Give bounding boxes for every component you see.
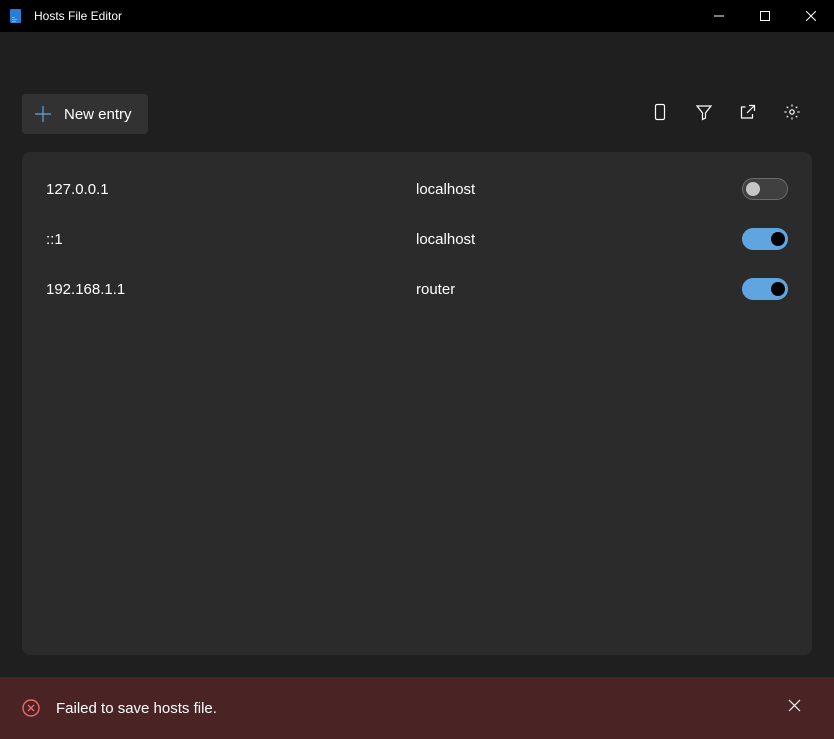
new-entry-label: New entry <box>64 106 132 123</box>
filter-button[interactable] <box>684 94 724 134</box>
error-close-button[interactable] <box>776 690 812 726</box>
filter-icon <box>695 103 713 126</box>
entry-toggle[interactable] <box>742 228 788 250</box>
entry-host: localhost <box>416 181 742 198</box>
close-button[interactable] <box>788 0 834 32</box>
error-icon <box>22 699 40 717</box>
plus-icon <box>32 103 54 125</box>
open-external-button[interactable] <box>728 94 768 134</box>
entry-ip: 192.168.1.1 <box>46 281 416 298</box>
open-external-icon <box>739 103 757 126</box>
window-title: Hosts File Editor <box>34 9 696 23</box>
window-controls <box>696 0 834 32</box>
toggle-knob <box>771 282 785 296</box>
error-banner: Failed to save hosts file. <box>0 677 834 739</box>
additional-lines-icon <box>651 103 669 126</box>
additional-lines-button[interactable] <box>640 94 680 134</box>
entry-ip: 127.0.0.1 <box>46 181 416 198</box>
entries-panel: 127.0.0.1 localhost ::1 localhost 192.16… <box>22 152 812 655</box>
gear-icon <box>783 103 801 126</box>
error-message: Failed to save hosts file. <box>56 700 776 717</box>
entry-ip: ::1 <box>46 231 416 248</box>
close-icon <box>788 699 801 717</box>
entry-host: localhost <box>416 231 742 248</box>
entry-row[interactable]: ::1 localhost <box>46 214 788 264</box>
minimize-button[interactable] <box>696 0 742 32</box>
new-entry-button[interactable]: New entry <box>22 94 148 134</box>
settings-button[interactable] <box>772 94 812 134</box>
entry-toggle[interactable] <box>742 178 788 200</box>
entry-row[interactable]: 127.0.0.1 localhost <box>46 164 788 214</box>
toolbar: New entry <box>0 94 834 134</box>
entry-host: router <box>416 281 742 298</box>
toggle-knob <box>771 232 785 246</box>
toggle-knob <box>746 182 760 196</box>
entry-row[interactable]: 192.168.1.1 router <box>46 264 788 314</box>
maximize-button[interactable] <box>742 0 788 32</box>
app-icon <box>8 8 24 24</box>
titlebar: Hosts File Editor <box>0 0 834 32</box>
content-area: New entry <box>0 32 834 677</box>
toolbar-actions <box>640 94 812 134</box>
entry-toggle[interactable] <box>742 278 788 300</box>
